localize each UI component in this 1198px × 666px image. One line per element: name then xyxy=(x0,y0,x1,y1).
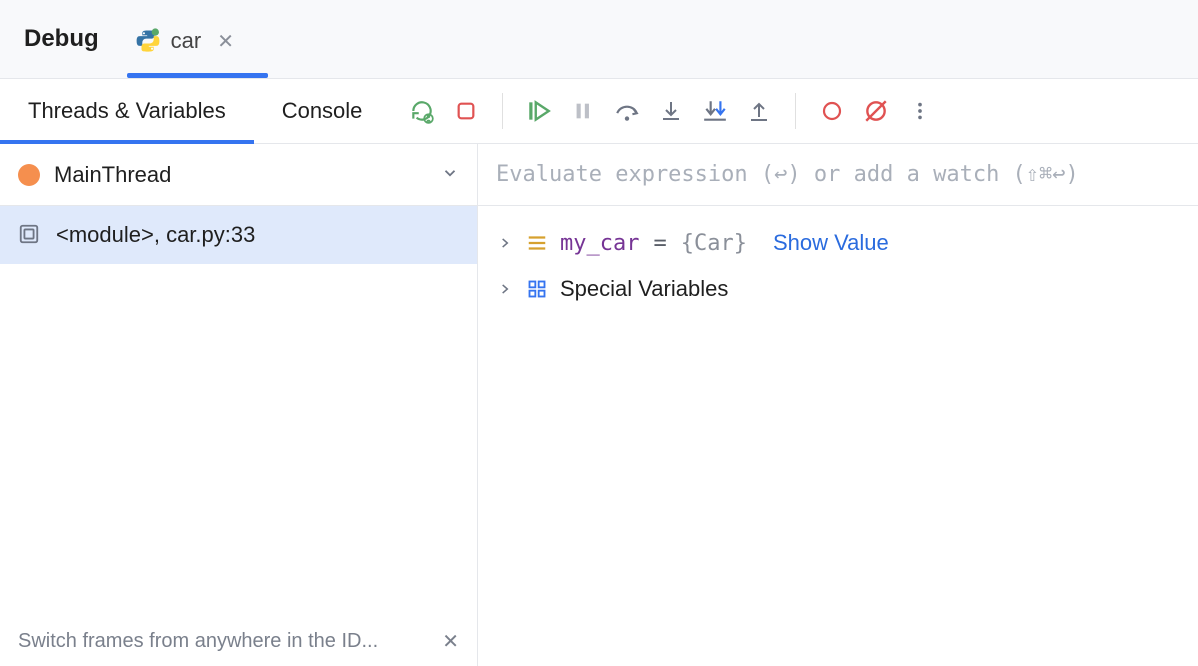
tab-close-icon[interactable]: ✕ xyxy=(217,29,234,54)
variables-pane: my_car = {Car} Show Value Special Variab… xyxy=(478,144,1198,666)
view-breakpoints-icon[interactable] xyxy=(818,97,846,125)
status-tip-text: Switch frames from anywhere in the ID... xyxy=(18,630,432,653)
pause-icon xyxy=(569,97,597,125)
stop-icon[interactable] xyxy=(452,97,480,125)
thread-main[interactable]: MainThread xyxy=(0,144,477,206)
tab-console[interactable]: Console xyxy=(254,79,391,143)
tab-car[interactable]: car ✕ xyxy=(135,0,234,78)
threads-pane: MainThread <module>, car.py:33 Switch fr… xyxy=(0,144,478,666)
thread-name: MainThread xyxy=(54,162,171,188)
variable-name: my_car xyxy=(560,231,639,256)
special-variables-label: Special Variables xyxy=(560,276,728,302)
debug-toolbar xyxy=(408,79,934,143)
variable-equals: = xyxy=(653,231,666,256)
debug-header: Debug car ✕ xyxy=(0,0,1198,78)
status-tip: Switch frames from anywhere in the ID...… xyxy=(0,616,477,666)
python-icon xyxy=(135,28,161,54)
status-tip-close-icon[interactable]: ✕ xyxy=(442,629,459,654)
variable-type: {Car} xyxy=(681,231,747,256)
tab-underline xyxy=(127,73,268,78)
tab-threads-variables[interactable]: Threads & Variables xyxy=(0,79,254,143)
frame-icon xyxy=(18,223,42,247)
variable-my-car[interactable]: my_car = {Car} Show Value xyxy=(488,220,1188,266)
separator xyxy=(502,93,503,129)
variable-special[interactable]: Special Variables xyxy=(488,266,1188,312)
step-into-icon[interactable] xyxy=(657,97,685,125)
tab-label: car xyxy=(171,28,202,54)
more-icon[interactable] xyxy=(906,97,934,125)
step-into-my-code-icon[interactable] xyxy=(701,97,729,125)
evaluate-expression-row[interactable] xyxy=(478,144,1198,206)
step-out-icon[interactable] xyxy=(745,97,773,125)
variables-list: my_car = {Car} Show Value Special Variab… xyxy=(478,206,1198,326)
debug-title: Debug xyxy=(24,25,99,53)
group-icon xyxy=(524,276,550,302)
separator xyxy=(795,93,796,129)
step-over-icon[interactable] xyxy=(613,97,641,125)
main-split: MainThread <module>, car.py:33 Switch fr… xyxy=(0,144,1198,666)
object-icon xyxy=(524,230,550,256)
chevron-right-icon[interactable] xyxy=(496,236,514,250)
debug-subbar: Threads & Variables Console xyxy=(0,78,1198,144)
mute-breakpoints-icon[interactable] xyxy=(862,97,890,125)
evaluate-expression-input[interactable] xyxy=(496,162,1180,187)
thread-status-icon xyxy=(18,164,40,186)
rerun-icon[interactable] xyxy=(408,97,436,125)
chevron-right-icon[interactable] xyxy=(496,282,514,296)
stack-frame-label: <module>, car.py:33 xyxy=(56,222,255,248)
show-value-link[interactable]: Show Value xyxy=(773,230,889,256)
stack-frame-module[interactable]: <module>, car.py:33 xyxy=(0,206,477,264)
chevron-down-icon[interactable] xyxy=(441,162,459,188)
resume-icon[interactable] xyxy=(525,97,553,125)
